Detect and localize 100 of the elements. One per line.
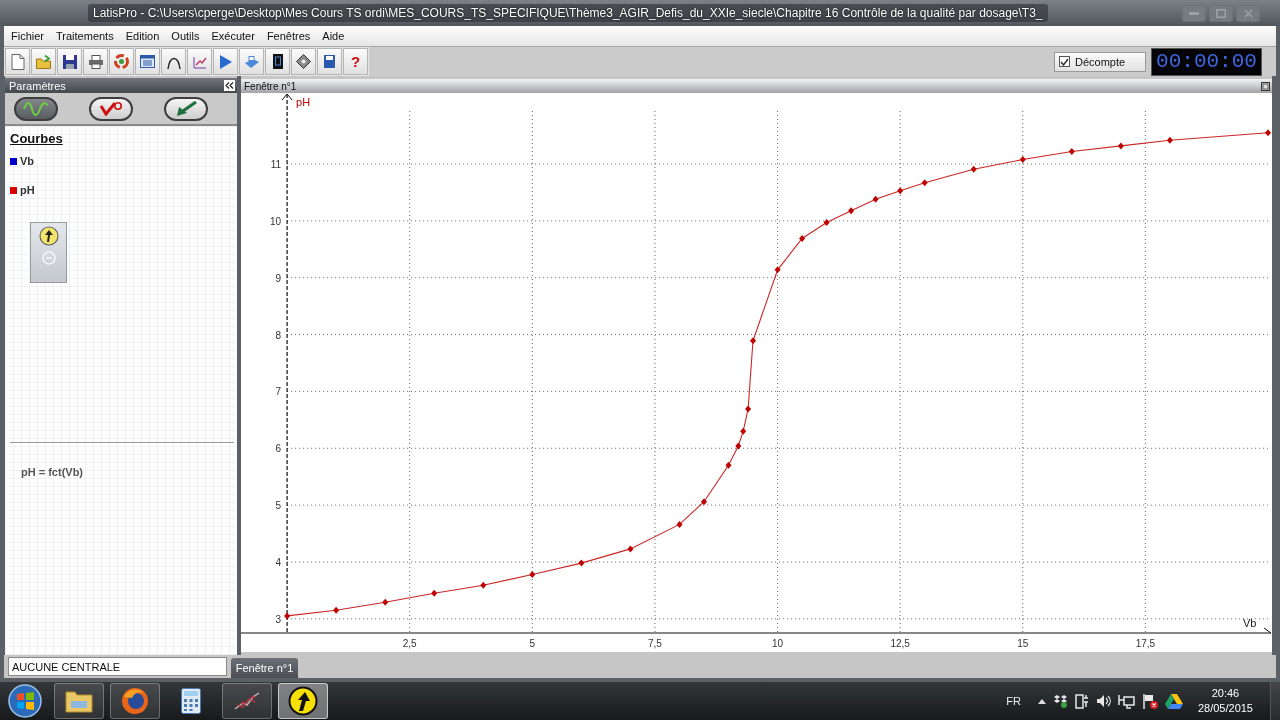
- view-button[interactable]: [164, 96, 208, 121]
- printer-icon: [88, 54, 103, 69]
- toolbar-button[interactable]: [135, 48, 160, 75]
- curve-name[interactable]: pH: [20, 183, 35, 197]
- sine-wave-icon: [23, 101, 49, 116]
- menu-item[interactable]: Fenêtres: [262, 29, 315, 43]
- menu-item[interactable]: Exécuter: [207, 29, 259, 43]
- data-point: [627, 545, 634, 553]
- toolbar-button[interactable]: [161, 48, 186, 75]
- line-graph-icon: [192, 54, 207, 69]
- power-plug-icon[interactable]: [1074, 693, 1089, 709]
- data-point: [701, 498, 707, 506]
- data-point: [676, 520, 683, 528]
- data-point: [284, 612, 291, 620]
- toolbar-button[interactable]: [83, 48, 108, 75]
- minus-circle-icon: [41, 251, 56, 265]
- data-point: [848, 207, 855, 215]
- axis-tick-label: 6: [275, 443, 282, 455]
- toolbar-button[interactable]: [317, 48, 342, 75]
- new-document-icon: [10, 53, 25, 70]
- window-title: LatisPro - C:\Users\cperge\Desktop\Mes Cours TS ordi\MES_COURS_TS_SPECIFIQUE\Thème3_AGIR_Defis_du_XXIe_siecle\Chapitre 16 Contrôle de la qualité par dosage\T3_: [88, 4, 1048, 22]
- diamond-tag-icon: [296, 54, 311, 69]
- color-ring-icon: [114, 54, 129, 69]
- axis-tick-label: 9: [275, 272, 282, 284]
- data-point: [725, 461, 732, 469]
- help-button[interactable]: ?: [343, 48, 368, 75]
- globe-icon: [121, 687, 149, 715]
- data-point: [1068, 148, 1075, 155]
- language-indicator[interactable]: FR: [1006, 695, 1021, 707]
- relation-text: pH = fct(Vb): [21, 466, 84, 478]
- data-point: [1166, 136, 1173, 144]
- maximize-icon: [1216, 8, 1226, 18]
- axis-tick-label: 10: [270, 215, 282, 227]
- display-screen-icon: [272, 54, 283, 69]
- speaker-icon[interactable]: [1095, 694, 1111, 708]
- menu-item[interactable]: Outils: [167, 29, 204, 43]
- data-point: [745, 405, 752, 413]
- toolbar-button[interactable]: [265, 48, 290, 75]
- view-button[interactable]: [14, 96, 58, 121]
- menu-item[interactable]: Edition: [121, 29, 164, 43]
- data-point: [1117, 142, 1124, 150]
- axis-tick-label: 17,5: [1135, 638, 1156, 649]
- data-point: [799, 235, 806, 242]
- panel-title: Paramètres: [9, 79, 66, 92]
- taskbar-app[interactable]: [110, 683, 160, 719]
- axis-tick-label: 15: [1017, 638, 1029, 649]
- maximize-button[interactable]: [1261, 81, 1270, 91]
- window-list-icon: [140, 55, 155, 68]
- clock-date[interactable]: 28/05/2015: [1197, 701, 1253, 716]
- graph-window-title: Fenêtre n°1: [244, 80, 297, 92]
- calculator-icon: [181, 688, 201, 714]
- data-point: [735, 442, 742, 450]
- axis-title: Vb: [1243, 617, 1257, 629]
- up-arrow-badge-icon[interactable]: [38, 226, 59, 246]
- tick-loop-icon: [99, 101, 123, 116]
- toolbar-button[interactable]: [291, 48, 316, 75]
- menu-item[interactable]: Traitements: [52, 29, 118, 43]
- countdown-toggle[interactable]: Décompte: [1054, 51, 1146, 72]
- double-chevron-left-icon: [225, 82, 234, 89]
- data-point: [529, 571, 536, 578]
- taskbar-app[interactable]: [54, 683, 104, 719]
- sketch-graph-icon: [233, 691, 261, 711]
- axis-tick-label: 2,5: [402, 638, 417, 649]
- boxes-icon[interactable]: [1052, 694, 1068, 708]
- play-icon: [219, 54, 232, 69]
- axis-tick-label: 5: [529, 638, 536, 649]
- start-button[interactable]: [6, 682, 44, 720]
- data-point: [333, 606, 340, 614]
- data-point: [750, 337, 756, 345]
- axis-tick-label: 7,5: [648, 638, 662, 649]
- data-point: [578, 559, 585, 567]
- flag-icon[interactable]: [1141, 693, 1158, 709]
- clock-time[interactable]: 20:46: [1211, 686, 1240, 701]
- data-point: [897, 187, 904, 195]
- checkbox[interactable]: [1059, 56, 1070, 67]
- down-arrow-icon: [244, 55, 259, 68]
- taskbar-app[interactable]: [278, 683, 328, 719]
- open-folder-icon: [35, 54, 52, 69]
- triangle-logo-icon[interactable]: [1164, 693, 1183, 709]
- axis-tick-label: 7: [275, 386, 282, 398]
- caret-up-icon[interactable]: [1037, 698, 1046, 704]
- network-icon[interactable]: [1117, 693, 1135, 709]
- menu-item[interactable]: Aide: [318, 29, 349, 43]
- view-button[interactable]: [89, 96, 133, 121]
- collapse-button[interactable]: [224, 80, 235, 91]
- data-point: [740, 427, 747, 435]
- minimize-icon: [1189, 11, 1199, 15]
- axis-tick-label: 4: [275, 556, 282, 568]
- axis-tick-label: 10: [772, 638, 784, 649]
- data-point: [872, 195, 879, 203]
- section-title: Courbes: [10, 131, 63, 147]
- data-point: [774, 266, 781, 274]
- curve-name[interactable]: Vb: [20, 154, 35, 168]
- timer-display: 00:00:00: [1151, 47, 1262, 76]
- window-tab[interactable]: Fenêtre n°1: [231, 658, 298, 678]
- window-flag-icon: [8, 684, 42, 718]
- axis-tick-label: 5: [275, 500, 282, 512]
- toolbar-button[interactable]: [57, 48, 82, 75]
- up-arrow-badge-icon: [288, 686, 318, 716]
- menu-item[interactable]: Fichier: [7, 29, 48, 43]
